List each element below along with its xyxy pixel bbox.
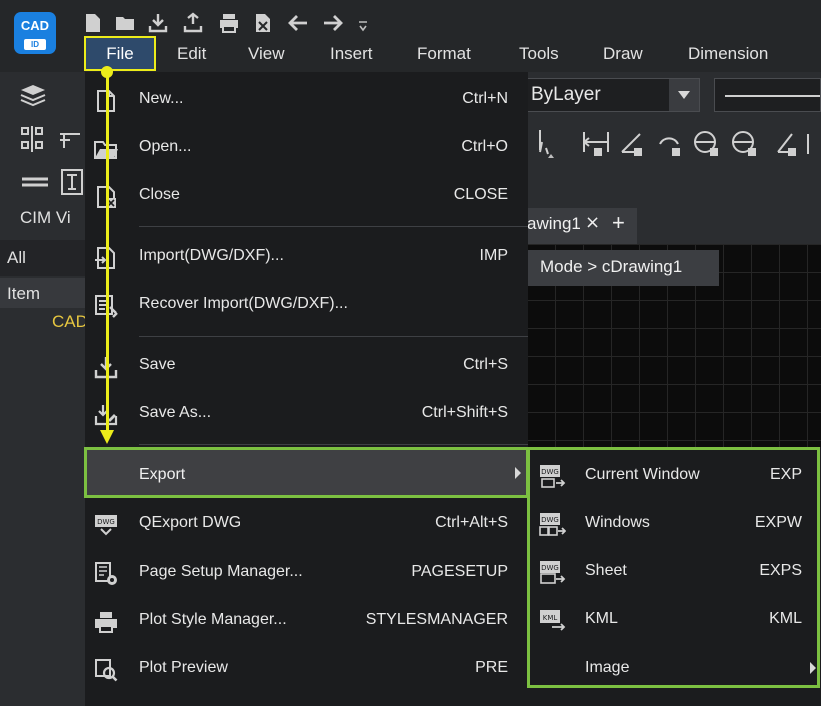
open-icon[interactable] (114, 12, 136, 34)
redo-icon[interactable] (322, 12, 344, 34)
menu-item-close[interactable]: Close CLOSE (85, 172, 528, 220)
drawing-tab-label: awing1 (527, 214, 581, 233)
menu-item-plot-style[interactable]: Plot Style Manager... STYLESMANAGER (85, 597, 528, 645)
line-weight-icon[interactable] (20, 170, 50, 194)
menu-tools[interactable]: Tools (519, 40, 559, 68)
tab-add-icon[interactable]: + (612, 210, 634, 236)
menu-item-open[interactable]: Open... Ctrl+O (85, 124, 528, 172)
menu-item-import[interactable]: Import(DWG/DXF)... IMP (85, 233, 528, 281)
align-grid-icon[interactable] (18, 124, 48, 154)
panel-entry[interactable]: CAD (52, 312, 88, 332)
dwg-export-icon: DWG (95, 515, 117, 536)
new-icon[interactable] (82, 12, 104, 34)
menu-item-plot-preview[interactable]: Plot Preview PRE (85, 645, 528, 693)
panel-filter[interactable]: All (7, 248, 26, 268)
menu-separator (139, 444, 528, 445)
download-icon[interactable] (147, 12, 169, 34)
menu-format[interactable]: Format (417, 40, 471, 68)
logo-text: CAD (20, 18, 50, 33)
menu-item-save[interactable]: Save Ctrl+S (85, 342, 528, 390)
menu-dimension[interactable]: Dimension (688, 40, 768, 68)
menu-item-new[interactable]: New... Ctrl+N (85, 76, 528, 124)
upload-icon[interactable] (182, 12, 204, 34)
layer-dropdown-toggle[interactable] (669, 79, 699, 111)
page-setup-icon (95, 562, 117, 585)
layers-icon[interactable] (18, 82, 48, 108)
close-doc-icon[interactable] (252, 12, 274, 34)
file-menu-lower: DWG QExport DWG Ctrl+Alt+S Page Setup Ma… (85, 498, 528, 706)
table-icon[interactable] (58, 128, 82, 152)
print-icon[interactable] (218, 12, 240, 34)
menu-draw[interactable]: Draw (603, 40, 643, 68)
chevron-down-icon (678, 91, 690, 99)
tab-close-icon[interactable]: × (585, 212, 605, 236)
linetype-preview (725, 95, 820, 97)
menu-edit[interactable]: Edit (177, 40, 206, 68)
mode-breadcrumb: Mode > cDrawing1 (527, 250, 719, 286)
panel-column-header: Item (7, 284, 41, 303)
menu-item-recover-import[interactable]: Recover Import(DWG/DXF)... (85, 281, 528, 329)
layer-dropdown[interactable]: ByLayer (520, 78, 700, 112)
guide-arrow-line (106, 72, 109, 432)
menu-view[interactable]: View (248, 40, 285, 68)
dimension-toolbar (539, 130, 809, 158)
export-highlight-frame (84, 447, 529, 498)
linetype-dropdown[interactable] (714, 78, 821, 112)
guide-arrow-head-icon (100, 430, 114, 444)
menu-item-qexport-dwg[interactable]: DWG QExport DWG Ctrl+Alt+S (85, 500, 528, 548)
undo-icon[interactable] (287, 12, 309, 34)
layer-dropdown-value: ByLayer (531, 84, 601, 105)
plot-preview-icon (95, 659, 118, 682)
menu-separator (139, 336, 528, 337)
text-style-icon[interactable] (60, 168, 84, 196)
app-logo: CAD ID (14, 12, 56, 54)
menu-item-save-as[interactable]: Save As... Ctrl+Shift+S (85, 390, 528, 438)
menu-item-page-setup[interactable]: Page Setup Manager... PAGESETUP (85, 549, 528, 597)
plot-style-icon (95, 612, 117, 633)
menu-insert[interactable]: Insert (330, 40, 373, 68)
menu-file[interactable]: File (84, 36, 156, 71)
submenu-highlight-frame (527, 447, 820, 688)
logo-badge: ID (24, 39, 46, 50)
menu-separator (139, 226, 528, 227)
svg-text:DWG: DWG (97, 518, 115, 526)
customize-chevron-icon[interactable] (357, 20, 369, 34)
guide-arrow-dot (101, 66, 113, 78)
panel-title[interactable]: CIM Vi (20, 208, 71, 228)
mode-breadcrumb-text: Mode > cDrawing1 (540, 257, 683, 276)
